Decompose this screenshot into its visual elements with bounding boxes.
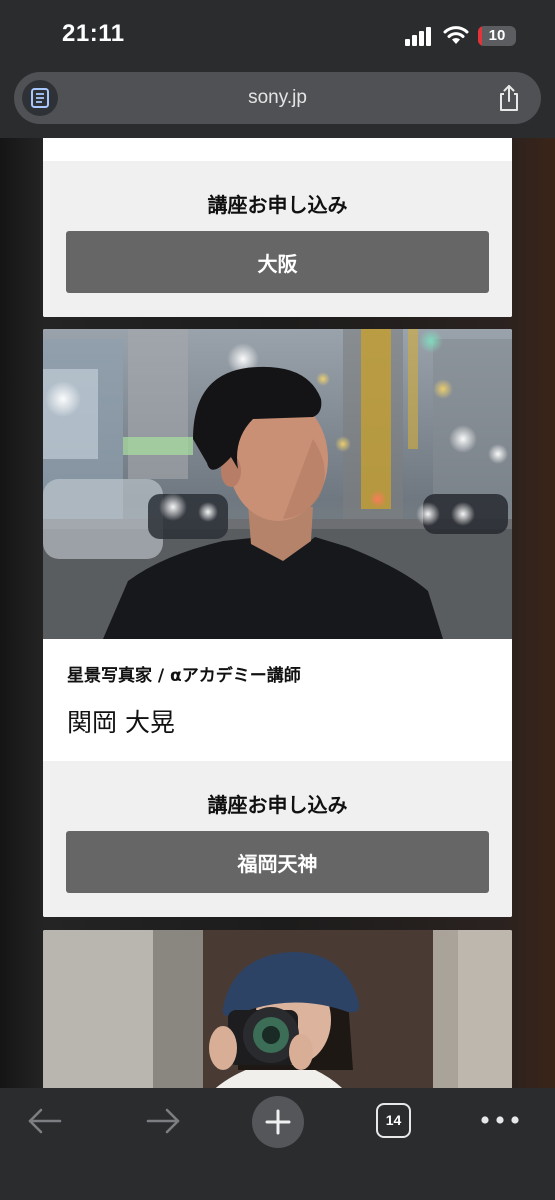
status-time: 21:11 — [62, 20, 125, 47]
browser-address-area: sony.jp — [0, 70, 555, 138]
instructor-card-osaka: 講座お申し込み 大阪 — [43, 138, 512, 317]
forward-arrow-icon[interactable] — [144, 1106, 182, 1136]
battery-level: 10 — [488, 27, 506, 44]
web-page-content: 講座お申し込み 大阪 星景写真家 / αアカデミー講師 関岡 大晃 講座お申し込… — [0, 138, 555, 1088]
more-icon[interactable] — [480, 1115, 520, 1125]
instructor-card-sekioka: 星景写真家 / αアカデミー講師 関岡 大晃 講座お申し込み 福岡天神 — [43, 329, 512, 917]
apply-section: 講座お申し込み 大阪 — [43, 161, 512, 317]
tabs-icon[interactable]: 14 — [376, 1103, 411, 1138]
tab-count: 14 — [385, 1112, 402, 1128]
instructor-role: 星景写真家 / αアカデミー講師 — [67, 666, 301, 686]
browser-toolbar: 14 — [0, 1088, 555, 1200]
apply-button-fukuoka[interactable]: 福岡天神 — [66, 831, 489, 893]
status-bar: 21:11 10 — [0, 0, 555, 70]
url-text[interactable]: sony.jp — [14, 87, 541, 109]
apply-title: 講座お申し込み — [207, 193, 348, 217]
cellular-signal-icon — [405, 27, 431, 46]
instructor-photo — [43, 329, 512, 639]
wifi-icon — [443, 26, 469, 44]
instructor-card-next — [43, 930, 512, 1088]
back-arrow-icon[interactable] — [26, 1106, 64, 1136]
battery-icon: 10 — [478, 26, 516, 46]
instructor-photo-next — [43, 930, 512, 1088]
instructor-name: 関岡 大晃 — [67, 708, 175, 737]
new-tab-button[interactable] — [252, 1096, 304, 1148]
plus-icon — [265, 1109, 291, 1135]
url-bar[interactable]: sony.jp — [14, 72, 541, 124]
share-icon[interactable] — [497, 84, 521, 112]
apply-button-osaka[interactable]: 大阪 — [66, 231, 489, 293]
apply-section: 講座お申し込み 福岡天神 — [43, 761, 512, 917]
apply-title: 講座お申し込み — [207, 793, 348, 817]
